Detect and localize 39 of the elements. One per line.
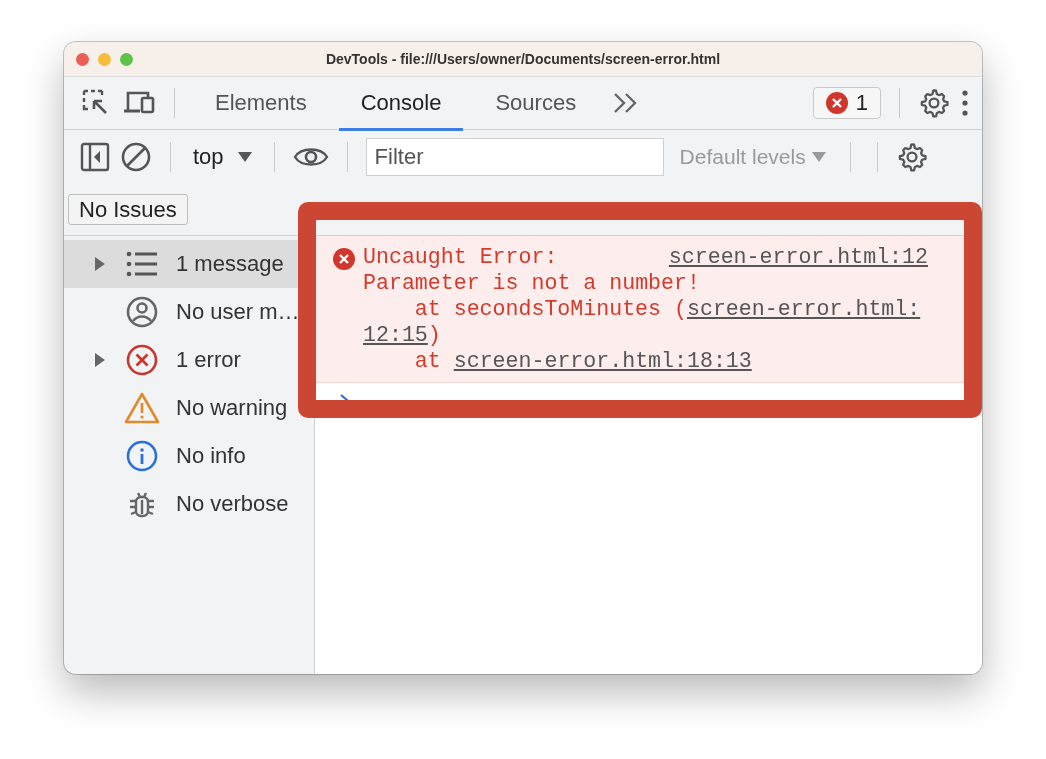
window-title: DevTools - file:///Users/owner/Documents/screen-error.html	[324, 51, 722, 67]
error-icon	[333, 248, 355, 270]
source-link[interactable]: screen-error.html:12	[668, 244, 928, 270]
user-icon	[126, 296, 158, 328]
settings-icon[interactable]	[918, 87, 950, 119]
eye-icon[interactable]	[292, 145, 329, 169]
expand-arrow-icon[interactable]	[94, 352, 106, 368]
info-icon	[126, 440, 158, 472]
panel-tab[interactable]: Sources	[473, 78, 599, 131]
expand-arrow-icon[interactable]	[94, 256, 106, 272]
list-icon	[126, 251, 158, 277]
error-text: Parameter is not a number!	[363, 270, 701, 296]
panel-tab[interactable]: Elements	[193, 78, 329, 131]
stack-frame-text: )	[427, 323, 441, 347]
stack-frame-text: at secondsToMinutes (	[414, 297, 687, 321]
caret-icon	[811, 152, 826, 162]
sidebar-item[interactable]: No user m…	[64, 288, 314, 336]
caret-icon	[237, 152, 252, 162]
panel-tab[interactable]: Console	[338, 78, 464, 131]
menu-icon[interactable]	[960, 89, 970, 117]
source-link[interactable]: 12:15	[363, 323, 428, 347]
source-link[interactable]: screen-error.html:	[686, 297, 921, 321]
sidebar-item[interactable]: 1 error	[64, 336, 314, 384]
filter-field[interactable]: Filter	[365, 138, 664, 176]
source-link[interactable]: screen-error.html:18:13	[453, 349, 752, 373]
sidebar-item[interactable]: No warning	[64, 384, 314, 432]
sidebar-item[interactable]: No verbose	[64, 480, 314, 528]
sidebar-toggle-icon[interactable]	[80, 142, 110, 172]
error-title: Uncaught Error:	[363, 244, 558, 270]
error-icon	[825, 92, 848, 114]
context-dropdown[interactable]: top	[189, 144, 256, 170]
error-count-badge[interactable]: 1	[812, 87, 881, 119]
error-icon	[126, 344, 158, 376]
sidebar-item[interactable]: No info	[64, 432, 314, 480]
warning-icon	[124, 392, 160, 424]
close-button[interactable]	[76, 52, 89, 66]
clear-console-icon[interactable]	[120, 141, 152, 173]
issues-button[interactable]: No Issues	[68, 194, 188, 225]
stack-frame-text: at	[414, 349, 442, 373]
